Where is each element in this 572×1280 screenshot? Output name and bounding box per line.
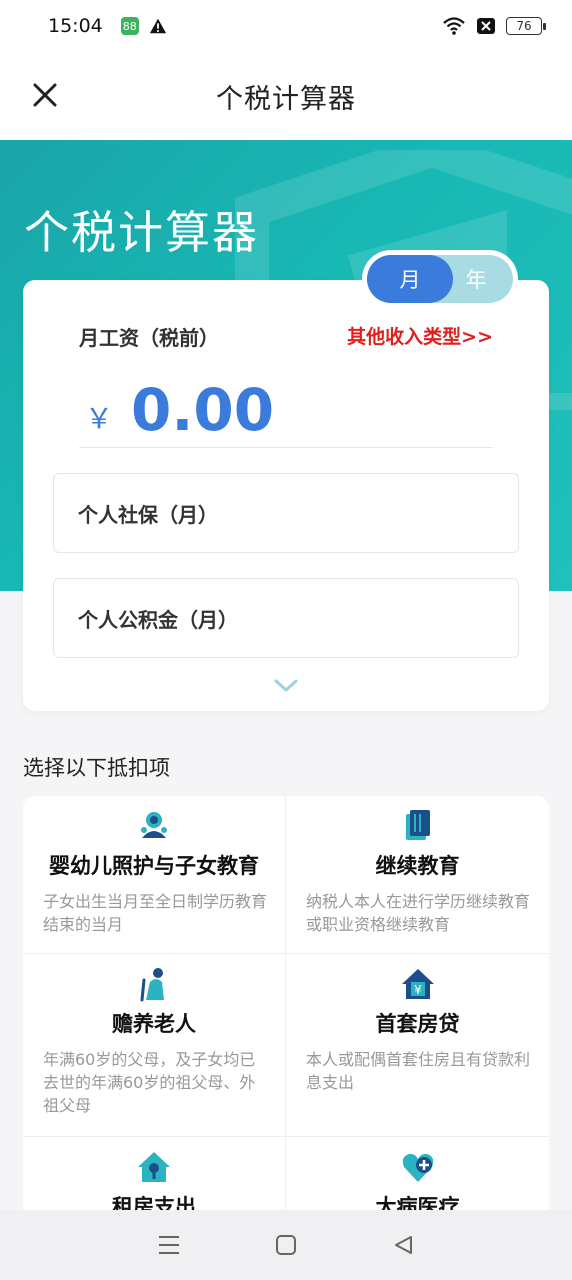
- back-triangle-icon: [395, 1236, 413, 1254]
- toggle-year[interactable]: 年: [439, 255, 513, 303]
- deduction-serious-illness[interactable]: 大病医疗: [286, 1137, 549, 1210]
- deduction-continuing-education[interactable]: 继续教育 纳税人本人在进行学历继续教育或职业资格继续教育: [286, 796, 549, 954]
- warning-icon: [149, 18, 166, 34]
- calculator-card: 月工资（税前） 其他收入类型>> ￥ 0.00 个人社保（月） 个人公积金（月）: [23, 280, 549, 711]
- page-title: 个税计算器: [216, 83, 356, 115]
- deduction-first-home-loan[interactable]: ¥ 首套房贷 本人或配偶首套住房且有贷款利息支出: [286, 954, 549, 1137]
- expand-chevron-icon[interactable]: [274, 678, 298, 694]
- salary-input[interactable]: ￥ 0.00: [79, 372, 493, 448]
- close-button[interactable]: [28, 78, 62, 112]
- rent-house-icon: [138, 1152, 170, 1182]
- wifi-icon: [443, 17, 465, 35]
- medical-heart-icon: [402, 1153, 433, 1182]
- housing-fund-field[interactable]: 个人公积金（月）: [53, 578, 519, 658]
- home-square-icon: [275, 1235, 296, 1255]
- deduction-title: 婴幼儿照护与子女教育: [49, 854, 259, 878]
- deduction-desc: 子女出生当月至全日制学历教育结束的当月: [43, 892, 268, 934]
- salary-label: 月工资（税前）: [79, 326, 219, 350]
- deduction-rent[interactable]: 租房支出: [23, 1137, 286, 1210]
- deduction-title: 大病医疗: [375, 1195, 460, 1210]
- deduction-desc: 年满60岁的父母，及子女均已去世的年满60岁的祖父母、外祖父母: [43, 1050, 256, 1115]
- deduction-child-education[interactable]: 婴幼儿照护与子女教育 子女出生当月至全日制学历教育结束的当月: [23, 796, 286, 954]
- menu-icon: [158, 1236, 179, 1254]
- period-toggle[interactable]: 月 年: [362, 250, 518, 308]
- other-income-link[interactable]: 其他收入类型>>: [347, 322, 493, 349]
- deduction-elderly-support[interactable]: 赡养老人 年满60岁的父母，及子女均已去世的年满60岁的祖父母、外祖父母: [23, 954, 286, 1137]
- book-icon: [405, 810, 430, 840]
- nav-back-button[interactable]: [390, 1232, 416, 1258]
- deduction-title: 赡养老人: [112, 1012, 196, 1036]
- app-notification-icon: 88: [120, 17, 139, 35]
- hero-title: 个税计算器: [24, 206, 260, 259]
- svg-text:¥: ¥: [414, 983, 422, 997]
- close-icon: [33, 83, 57, 107]
- deduction-desc: 纳税人本人在进行学历继续教育或职业资格继续教育: [306, 892, 531, 934]
- nav-menu-button[interactable]: [156, 1232, 182, 1258]
- title-bar: 个税计算器: [0, 52, 572, 140]
- deduction-title: 租房支出: [112, 1195, 196, 1210]
- deduction-desc: 本人或配偶首套住房且有贷款利息支出: [306, 1050, 531, 1092]
- salary-value: 0.00: [131, 375, 275, 444]
- battery-icon: 76: [506, 17, 546, 35]
- deductions-grid: 婴幼儿照护与子女教育 子女出生当月至全日制学历教育结束的当月 继续教育 纳税人本…: [23, 796, 549, 1210]
- deduction-title: 继续教育: [375, 854, 460, 878]
- nav-home-button[interactable]: [273, 1232, 299, 1258]
- house-loan-icon: ¥: [401, 969, 434, 999]
- currency-symbol: ￥: [85, 401, 114, 435]
- status-time: 15:04: [48, 15, 103, 37]
- sim-blocked-icon: [477, 18, 495, 34]
- status-bar: 15:04 88 76: [0, 0, 572, 52]
- social-security-field[interactable]: 个人社保（月）: [53, 473, 519, 553]
- child-education-icon: [141, 812, 167, 838]
- system-nav-bar: [0, 1210, 572, 1280]
- elderly-icon: [140, 968, 164, 1002]
- deductions-section-title: 选择以下抵扣项: [23, 756, 170, 780]
- deduction-title: 首套房贷: [375, 1012, 460, 1036]
